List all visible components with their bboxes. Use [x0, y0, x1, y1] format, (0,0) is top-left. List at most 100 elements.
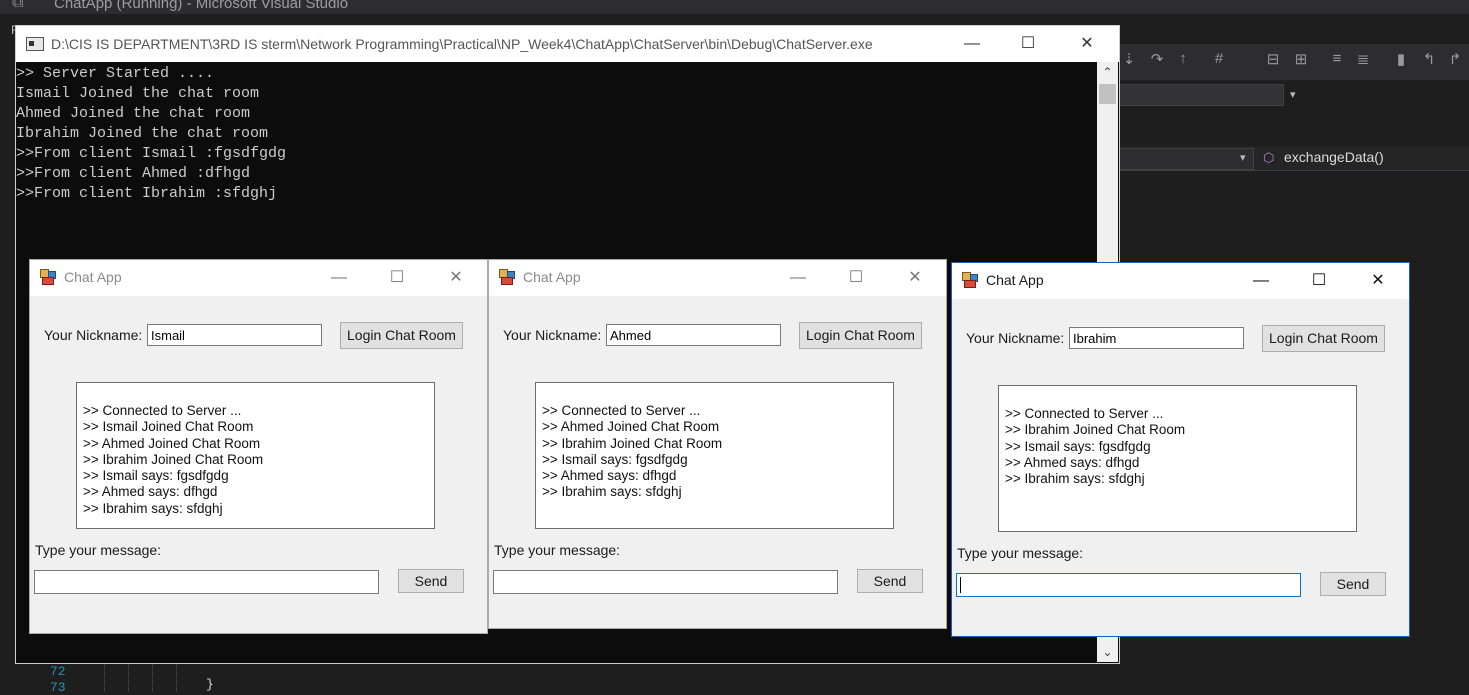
next-bookmark-icon[interactable]: ↱	[1446, 50, 1464, 68]
method-icon: ⬡	[1263, 150, 1275, 165]
chevron-down-icon[interactable]: ▾	[1290, 88, 1296, 101]
maximize-button[interactable]: ☐	[833, 264, 879, 292]
list-item: >> Ismail says: fgsdfgdg	[83, 468, 229, 484]
stack-frame-icon[interactable]: ⊞	[1292, 50, 1310, 68]
chat-window-title: Chat App	[523, 269, 581, 285]
maximize-button[interactable]: ☐	[374, 264, 420, 292]
indent-guide	[128, 662, 129, 691]
list-item: >> Ahmed says: dfhgd	[542, 468, 677, 484]
send-button[interactable]: Send	[398, 569, 464, 593]
vs-window-title: ChatApp (Running) - Microsoft Visual Stu…	[54, 0, 349, 12]
console-line: Ismail Joined the chat room	[16, 85, 260, 102]
close-button[interactable]: ✕	[433, 264, 479, 292]
maximize-button[interactable]: ☐	[1296, 267, 1342, 295]
chat-window-ismail: Chat App — ☐ ✕ Your Nickname: Ismail Log…	[29, 259, 488, 634]
code-brace: }	[206, 677, 214, 692]
list-item: >> Connected to Server ...	[1005, 406, 1164, 421]
close-button[interactable]: ✕	[1355, 267, 1401, 295]
text-caret	[960, 577, 961, 593]
thread-icon[interactable]: ⊟	[1264, 50, 1282, 68]
chevron-up-icon[interactable]: ⌃	[1097, 62, 1118, 82]
chat-window-ahmed: Chat App — ☐ ✕ Your Nickname: Ahmed Logi…	[488, 259, 947, 629]
list-item: >> Ismail Joined Chat Room	[83, 419, 254, 435]
comment-icon[interactable]: ≡	[1328, 50, 1346, 67]
vs-type-dropdown[interactable]	[1117, 148, 1254, 170]
console-line: >>From client Ismail :fgsdfgdg	[16, 145, 287, 162]
list-item: >> Ibrahim Joined Chat Room	[1005, 422, 1186, 438]
chat-titlebar[interactable]: Chat App — ☐ ✕	[489, 260, 946, 296]
console-titlebar[interactable]: D:\CIS IS DEPARTMENT\3RD IS sterm\Networ…	[16, 26, 1119, 62]
message-input[interactable]	[34, 570, 379, 594]
send-button[interactable]: Send	[1320, 572, 1386, 596]
hex-display-icon[interactable]: #	[1210, 50, 1228, 67]
type-message-label: Type your message:	[957, 545, 1084, 561]
minimize-button[interactable]: —	[316, 264, 362, 292]
list-item: >> Connected to Server ...	[542, 403, 701, 418]
list-item: >> Ismail says: fgsdfgdg	[1005, 438, 1151, 454]
minimize-button[interactable]: —	[775, 264, 821, 292]
type-message-label: Type your message:	[35, 542, 162, 558]
vs-member-dropdown[interactable]: exchangeData()	[1284, 149, 1384, 165]
console-output: >> Server Started .... Ismail Joined the…	[16, 64, 286, 204]
chevron-down-icon[interactable]: ▾	[1240, 151, 1246, 164]
code-editor-area	[0, 662, 1117, 691]
indent-guide	[176, 662, 177, 691]
send-button[interactable]: Send	[857, 569, 923, 593]
close-button[interactable]: ✕	[1064, 30, 1110, 58]
maximize-button[interactable]: ☐	[1005, 30, 1051, 58]
line-number: 72	[50, 664, 66, 679]
chevron-down-icon[interactable]: ⌄	[1097, 642, 1118, 662]
list-item: >> Ibrahim says: sfdghj	[1005, 471, 1145, 487]
uncomment-icon[interactable]: ≣	[1354, 50, 1372, 68]
nickname-label: Your Nickname:	[44, 327, 143, 343]
list-item: >> Ibrahim Joined Chat Room	[83, 451, 264, 467]
chat-app-icon	[40, 269, 56, 285]
list-item: >> Ibrahim says: sfdghj	[83, 500, 223, 516]
chat-message-list: >> Connected to Server ... >> Ibrahim Jo…	[998, 385, 1357, 532]
login-chat-room-button[interactable]: Login Chat Room	[1262, 325, 1385, 352]
prev-bookmark-icon[interactable]: ↰	[1420, 50, 1438, 68]
console-app-icon	[26, 37, 44, 51]
visual-studio-logo-icon: ⧉	[12, 0, 24, 11]
close-button[interactable]: ✕	[892, 264, 938, 292]
chat-app-icon	[499, 269, 515, 285]
nickname-input[interactable]: Ahmed	[606, 324, 781, 346]
indent-guide	[104, 662, 105, 691]
list-item: >> Ibrahim says: sfdghj	[542, 484, 682, 500]
chat-titlebar[interactable]: Chat App — ☐ ✕	[952, 263, 1409, 299]
nickname-input[interactable]: Ismail	[147, 324, 322, 346]
list-item: >> Ahmed Joined Chat Room	[83, 435, 261, 451]
list-item: >> Ahmed Joined Chat Room	[542, 419, 720, 435]
step-into-icon[interactable]: ⇣	[1120, 50, 1138, 68]
chat-window-title: Chat App	[64, 269, 122, 285]
list-item: >> Connected to Server ...	[83, 403, 242, 418]
console-line: Ahmed Joined the chat room	[16, 105, 251, 122]
nickname-label: Your Nickname:	[966, 330, 1065, 346]
nickname-input[interactable]: Ibrahim	[1069, 327, 1244, 349]
chat-titlebar[interactable]: Chat App — ☐ ✕	[30, 260, 487, 296]
list-item: >> Ismail says: fgsdfgdg	[542, 451, 688, 467]
login-chat-room-button[interactable]: Login Chat Room	[340, 322, 463, 349]
indent-guide	[152, 662, 153, 691]
message-input[interactable]	[956, 573, 1301, 597]
scrollbar-thumb[interactable]	[1099, 84, 1116, 104]
login-chat-room-button[interactable]: Login Chat Room	[799, 322, 922, 349]
bookmark-icon[interactable]: ▮	[1392, 50, 1410, 68]
minimize-button[interactable]: —	[1238, 267, 1284, 295]
console-line: >>From client Ibrahim :sfdghj	[16, 185, 278, 202]
chat-message-list: >> Connected to Server ... >> Ismail Joi…	[76, 382, 435, 529]
chat-app-icon	[962, 272, 978, 288]
type-message-label: Type your message:	[494, 542, 621, 558]
list-item: >> Ibrahim Joined Chat Room	[542, 435, 723, 451]
list-item: >> Ahmed says: dfhgd	[83, 484, 218, 500]
line-number: 73	[50, 680, 66, 695]
step-out-icon[interactable]: ↑	[1174, 50, 1192, 67]
list-item: >> Ahmed says: dfhgd	[1005, 454, 1140, 470]
message-input[interactable]	[493, 570, 838, 594]
console-title: D:\CIS IS DEPARTMENT\3RD IS sterm\Networ…	[51, 36, 873, 52]
step-over-icon[interactable]: ↷	[1148, 50, 1166, 68]
chat-window-title: Chat App	[986, 272, 1044, 288]
console-line: Ibrahim Joined the chat room	[16, 125, 269, 142]
minimize-button[interactable]: —	[949, 30, 995, 58]
vs-config-dropdown[interactable]	[1117, 84, 1284, 106]
